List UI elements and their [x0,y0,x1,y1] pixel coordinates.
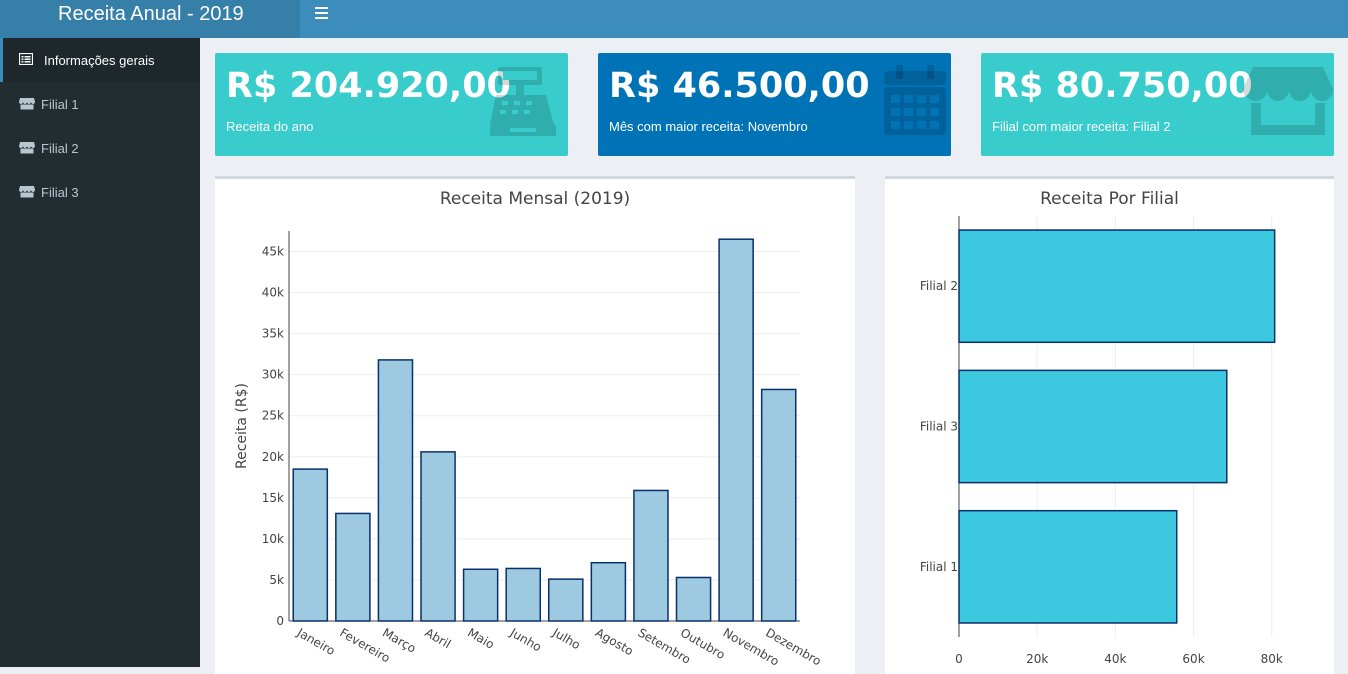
sidebar-item-label: Filial 1 [41,97,79,112]
bar-janeiro [292,468,329,622]
app-title: Receita Anual - 2019 [58,3,244,25]
x-tick-label: Janeiro [294,625,338,658]
y-tick-label: 0 [276,614,284,628]
bar-agosto [590,561,627,622]
bar-filial-3 [958,369,1228,484]
bar-março [377,359,414,622]
x-tick-label: Maio [465,625,497,651]
branch-revenue-chart: 0 20k 40k 60k 80k Filial 2 Filial 3 Filial 1 [920,216,1283,666]
sidebar-item-filial-3[interactable]: Filial 3 [0,170,200,214]
x-tick-label: Agosto [593,625,636,658]
y-tick-label: Filial 1 [920,560,958,574]
app-logo[interactable]: Receita Anual - 2019 [0,0,300,38]
bar-julho [548,578,584,622]
y-axis-label: Receita (R$) [234,383,250,469]
value-box-mes-maior-receita: R$ 46.500,00 Mês com maior receita: Nove… [598,53,951,156]
sidebar-item-filial-1[interactable]: Filial 1 [0,82,200,126]
store-icon [19,98,35,110]
y-tick-label: 10k [262,532,284,546]
x-tick-label: Julho [549,625,582,652]
sidebar-item-filial-2[interactable]: Filial 2 [0,126,200,170]
list-icon [19,53,33,65]
x-tick-label: 80k [1261,652,1283,666]
cash-register-icon [490,67,556,136]
y-tick-label: 45k [262,245,284,259]
value-box-value: R$ 204.920,00 [226,66,511,106]
bar-abril [420,451,456,622]
y-tick-label: 35k [262,327,284,341]
y-tick-label: Filial 3 [920,420,958,434]
bar-junho [505,567,541,622]
y-tick-label: 20k [262,450,284,464]
sidebar-item-label: Filial 3 [41,185,79,200]
bar-fevereiro [335,512,371,622]
bar-outubro [675,576,712,622]
sidebar-item-label: Filial 2 [41,141,79,156]
sidebar-item-label: Informações gerais [44,53,155,68]
y-tick-label: 40k [262,286,284,300]
sidebar-item-informacoes-gerais[interactable]: Informações gerais [0,38,200,82]
bar-filial-2 [958,229,1276,344]
y-tick-label: 15k [262,491,284,505]
x-tick-label: Junho [507,625,544,654]
bar-novembro [718,238,754,622]
monthly-revenue-panel: Receita Mensal (2019) 0 5k 10k 15k 20k 25k 30k… [215,176,855,674]
y-tick-label: 25k [262,409,284,423]
value-box-filial-maior-receita: R$ 80.750,00 Filial com maior receita: F… [981,53,1334,156]
store-icon [1243,67,1333,135]
branch-revenue-panel: Receita Por Filial 0 20k 40k 60k 80k Filial 2… [885,176,1334,674]
calendar-icon [884,65,946,135]
x-tick-label: 40k [1104,652,1126,666]
x-tick-label: 60k [1182,652,1204,666]
value-box-value: R$ 80.750,00 [992,66,1253,106]
monthly-revenue-chart: 05k10k15k20k25k30k35k40k45kJaneiro Fevere… [234,231,824,669]
value-box-subtitle: Filial com maior receita: Filial 2 [992,119,1171,134]
y-tick-label: 5k [269,573,284,587]
store-icon [19,142,35,154]
bar-filial-1 [958,509,1178,624]
store-icon [19,186,35,198]
y-tick-label: 30k [262,368,284,382]
x-tick-label: Abril [423,625,454,651]
top-navbar: Receita Anual - 2019 [0,0,1348,38]
value-box-subtitle: Receita do ano [226,119,314,134]
sidebar-toggle-button[interactable] [306,2,336,24]
value-box-subtitle: Mês com maior receita: Novembro [609,119,808,134]
sidebar: Informações gerais Filial 1 Filial 2 Fil… [0,38,200,667]
bar-setembro [633,489,669,622]
y-tick-label: Filial 2 [920,279,958,293]
value-box-value: R$ 46.500,00 [609,66,870,106]
bar-maio [462,568,499,622]
x-tick-label: 0 [955,652,963,666]
x-tick-label: 20k [1026,652,1048,666]
value-box-receita-ano: R$ 204.920,00 Receita do ano [215,53,568,156]
bar-dezembro [760,388,797,622]
